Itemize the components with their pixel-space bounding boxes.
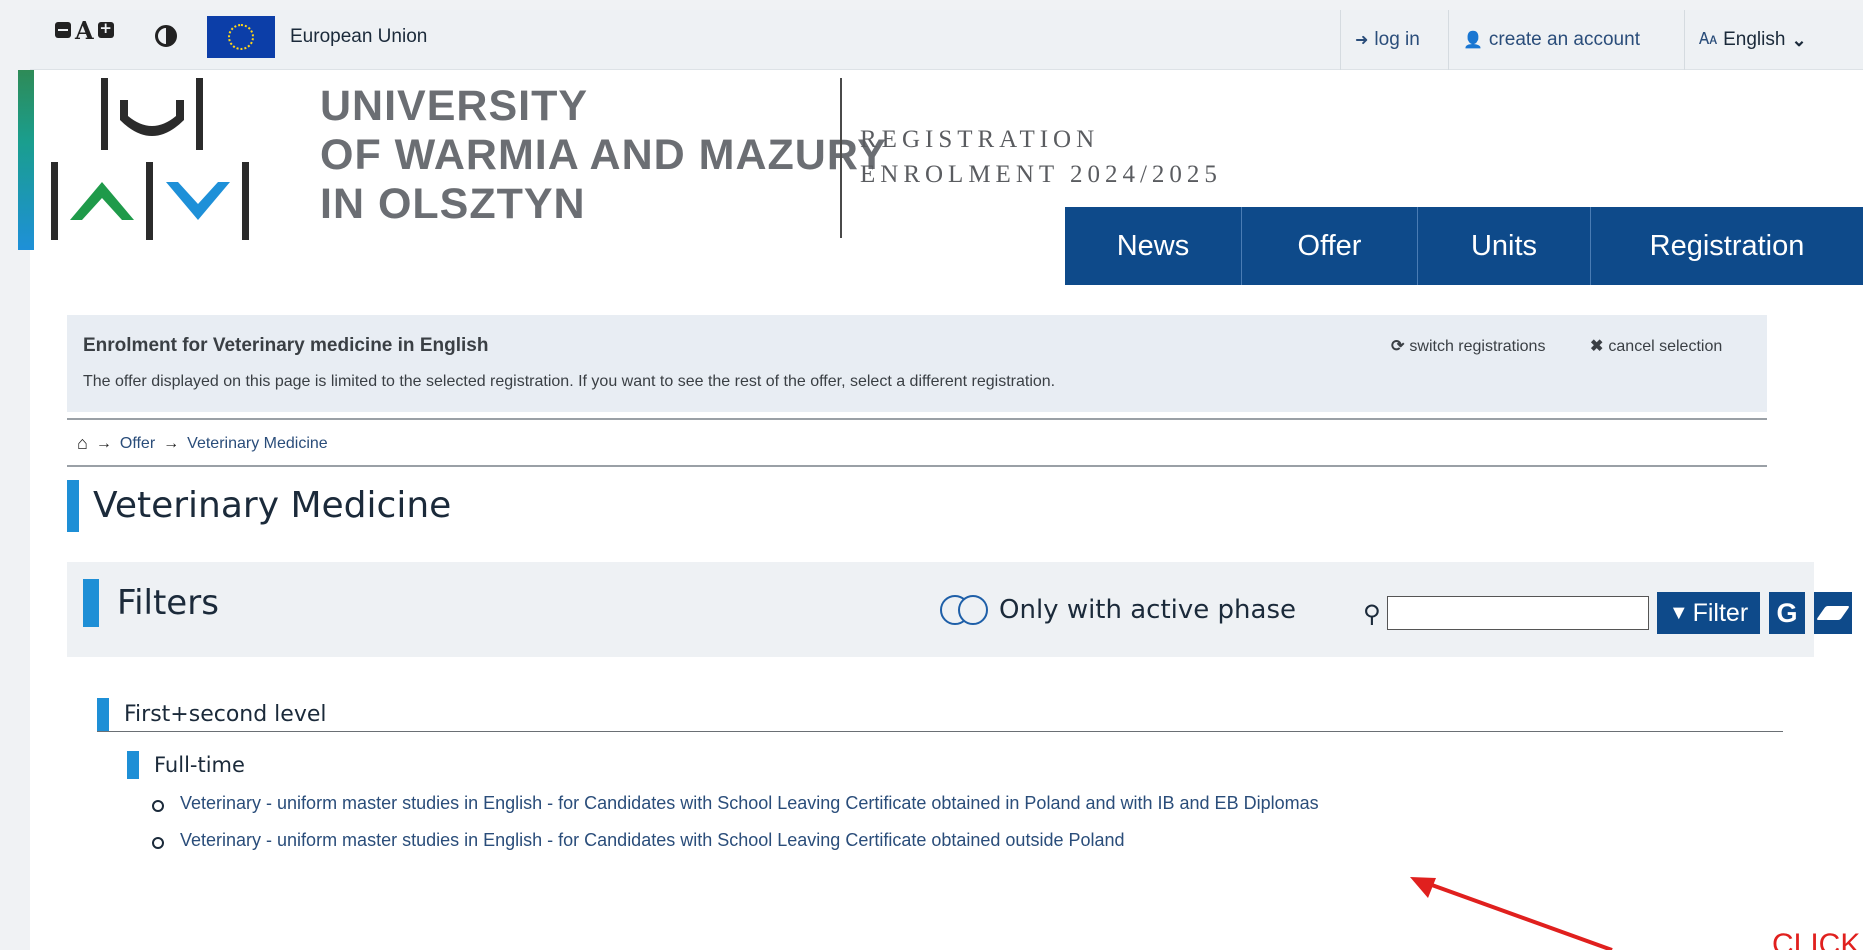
- annotation-text: CLICK: [1772, 928, 1861, 950]
- search-icon: ⚲: [1363, 600, 1381, 628]
- breadcrumb-offer[interactable]: Offer: [120, 435, 155, 453]
- active-phase-toggle[interactable]: [940, 595, 990, 625]
- translate-icon: 🗛: [1699, 31, 1718, 48]
- increase-font-icon[interactable]: [97, 19, 114, 38]
- search-input[interactable]: [1387, 596, 1649, 630]
- g-button[interactable]: G: [1769, 592, 1805, 634]
- home-icon[interactable]: ⌂: [77, 433, 88, 454]
- registration-title-line-2: ENROLMENT 2024/2025: [860, 161, 1222, 188]
- header-accent-bar: [18, 70, 34, 250]
- filter-button-label: Filter: [1692, 598, 1749, 627]
- contrast-icon[interactable]: [155, 25, 177, 47]
- login-link[interactable]: ➜ log in: [1340, 10, 1448, 70]
- selected-registration-description: The offer displayed on this page is limi…: [83, 373, 1056, 390]
- offer-link[interactable]: Veterinary - uniform master studies in E…: [150, 790, 1319, 827]
- breadcrumb: ⌂ → Offer → Veterinary Medicine: [77, 433, 328, 454]
- create-account-link[interactable]: 👤 create an account: [1448, 10, 1684, 70]
- eu-label: European Union: [290, 26, 428, 47]
- chevron-down-icon: ⌄: [1791, 29, 1807, 50]
- language-label: English: [1723, 29, 1786, 50]
- divider-line: [97, 731, 1783, 732]
- arrow-right-icon: →: [163, 434, 180, 452]
- filters-panel: Filters Only with active phase ⚲ ▼ Filter…: [67, 562, 1852, 657]
- offer-link[interactable]: Veterinary - uniform master studies in E…: [150, 827, 1319, 864]
- registration-title: REGISTRATION ENROLMENT 2024/2025: [860, 122, 1222, 192]
- language-selector[interactable]: 🗛 English ⌄: [1684, 10, 1863, 70]
- arrow-right-icon: →: [95, 434, 112, 452]
- registration-title-line-1: REGISTRATION: [860, 126, 1100, 153]
- eraser-icon: [1816, 606, 1850, 620]
- nav-offer[interactable]: Offer: [1241, 207, 1417, 285]
- decrease-font-icon[interactable]: [55, 22, 71, 38]
- divider-line: [67, 418, 1767, 420]
- filters-title: Filters: [83, 579, 219, 627]
- university-name: UNIVERSITY OF WARMIA AND MAZURY IN OLSZT…: [320, 82, 887, 229]
- nav-registration[interactable]: Registration: [1590, 207, 1863, 285]
- eu-flag-icon: [207, 16, 275, 58]
- header-divider: [840, 78, 842, 238]
- breadcrumb-current[interactable]: Veterinary Medicine: [187, 435, 328, 453]
- university-name-line-1: UNIVERSITY: [320, 82, 589, 130]
- offer-list: Veterinary - uniform master studies in E…: [150, 790, 1319, 864]
- sign-in-icon: ➜: [1355, 32, 1369, 49]
- selected-registration-box: Enrolment for Veterinary medicine in Eng…: [67, 315, 1767, 412]
- nav-news[interactable]: News: [1065, 207, 1241, 285]
- clear-filters-button[interactable]: [1814, 592, 1852, 634]
- cancel-selection-link[interactable]: ✖ cancel selection: [1590, 336, 1722, 356]
- university-logo: [51, 78, 249, 240]
- refresh-icon: ⟳: [1391, 338, 1405, 355]
- level-heading: First+second level: [97, 698, 327, 732]
- accessibility-controls: A: [55, 15, 114, 45]
- main-nav: News Offer Units Registration: [1065, 207, 1863, 285]
- page-title: Veterinary Medicine: [67, 480, 451, 532]
- user-plus-icon: 👤: [1463, 32, 1483, 49]
- funnel-icon: ▼: [1668, 601, 1689, 624]
- nav-units[interactable]: Units: [1417, 207, 1590, 285]
- active-phase-label: Only with active phase: [999, 595, 1296, 625]
- font-size-letter: A: [75, 15, 94, 45]
- switch-registrations-link[interactable]: ⟳ switch registrations: [1391, 336, 1545, 356]
- university-name-line-2: OF WARMIA AND MAZURY: [320, 131, 887, 179]
- close-icon: ✖: [1590, 338, 1604, 355]
- cancel-selection-label: cancel selection: [1608, 338, 1723, 355]
- selected-registration-title: Enrolment for Veterinary medicine in Eng…: [83, 335, 489, 356]
- filter-button[interactable]: ▼ Filter: [1657, 592, 1760, 634]
- switch-registrations-label: switch registrations: [1409, 338, 1546, 355]
- university-name-line-3: IN OLSZTYN: [320, 180, 586, 228]
- study-mode-heading: Full-time: [127, 751, 245, 779]
- divider-line: [67, 465, 1767, 467]
- create-account-label: create an account: [1488, 29, 1640, 50]
- login-label: log in: [1374, 29, 1420, 50]
